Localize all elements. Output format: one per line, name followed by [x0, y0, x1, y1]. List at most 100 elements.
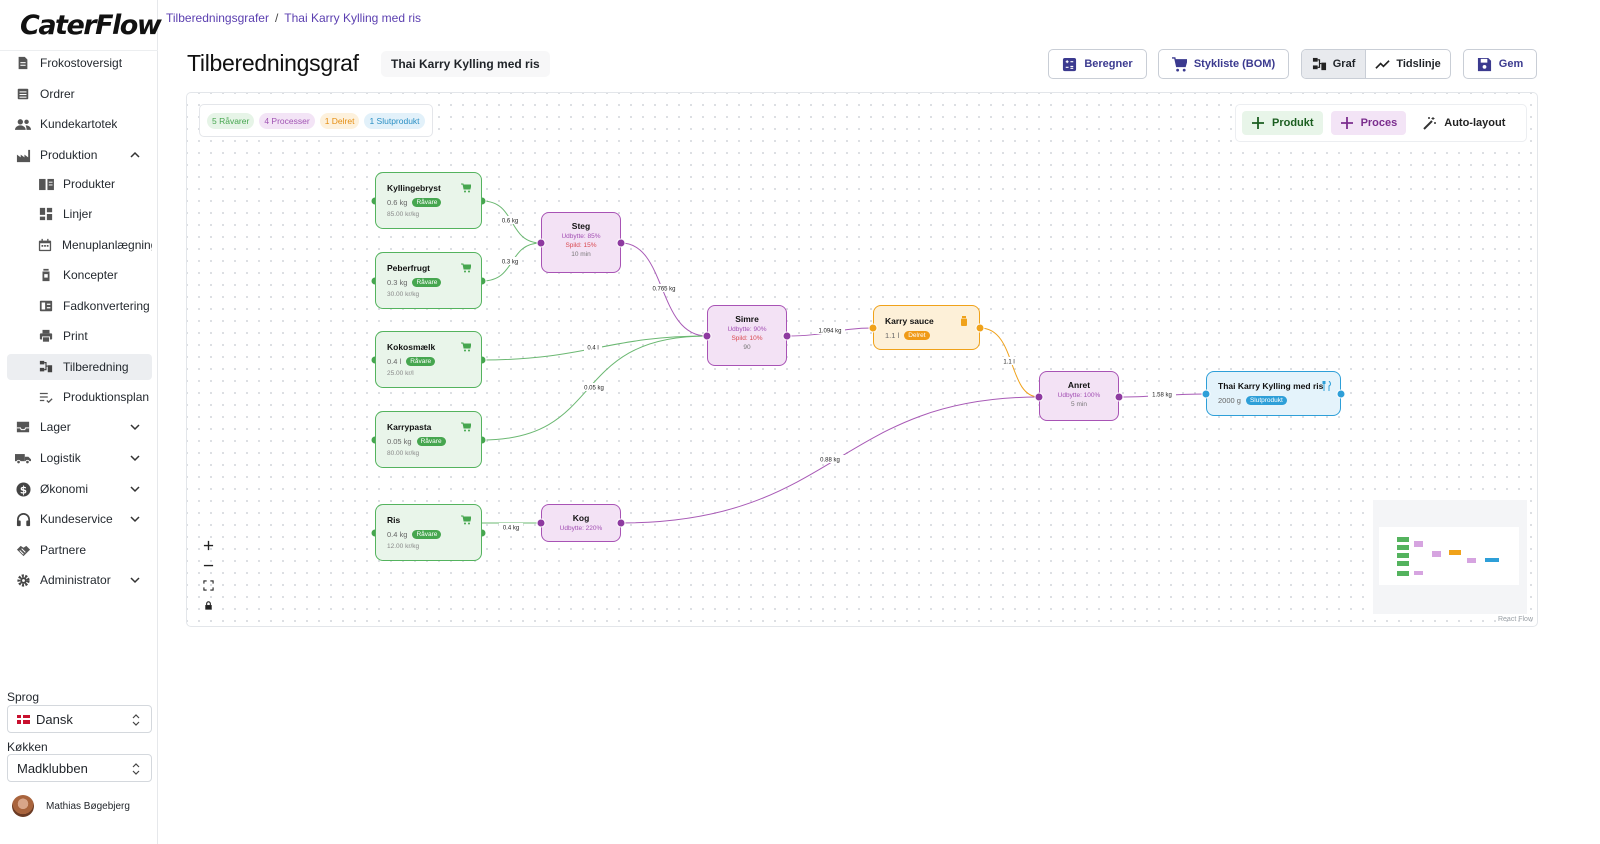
add-process-button[interactable]: Proces: [1330, 111, 1407, 135]
sidebar-item-produktionsplan[interactable]: Produktionsplan: [7, 384, 152, 410]
calculator-button[interactable]: Beregner: [1048, 49, 1147, 79]
raw-node[interactable]: Kokosmælk 0.4 l Råvare 25.00 kr/l: [375, 331, 482, 388]
sidebar-item-okonomi[interactable]: $ Økonomi: [7, 476, 152, 502]
node-qty: 2000 g: [1218, 396, 1241, 405]
node-qty: 0.6 kg: [387, 198, 408, 207]
timeline-view-button[interactable]: Tidslinje: [1365, 50, 1450, 78]
sidebar-item-frokostoversigt[interactable]: Frokostoversigt: [7, 50, 152, 76]
sidebar-item-kundeservice[interactable]: Kundeservice: [7, 506, 152, 532]
process-node[interactable]: Kog Udbytte: 220%: [541, 504, 621, 542]
dollar-icon: $: [14, 480, 32, 498]
edge-label: 1.094 kg: [818, 329, 841, 335]
edge-label: 0.3 kg: [502, 260, 518, 266]
raw-node[interactable]: Peberfrugt 0.3 kg Råvare 30.00 kr/kg: [375, 252, 482, 309]
language-select[interactable]: Dansk: [7, 705, 152, 733]
node-yield: Udbytte: 220%: [559, 525, 603, 532]
save-button[interactable]: Gem: [1463, 49, 1537, 79]
lock-icon: [204, 600, 212, 610]
fit-view-button[interactable]: [198, 576, 218, 594]
breadcrumb-link[interactable]: Tilberedningsgrafer: [166, 11, 269, 25]
semi-product-node[interactable]: Karry sauce 1.1 l Delret: [873, 305, 980, 350]
bom-label: Stykliste (BOM): [1193, 58, 1276, 70]
node-yield: Udbytte: 85%: [561, 233, 601, 240]
graph-view-label: Graf: [1332, 58, 1356, 70]
sidebar-item-tilberedning[interactable]: Tilberedning: [7, 354, 152, 380]
bom-button[interactable]: Stykliste (BOM): [1158, 49, 1289, 79]
breadcrumb: Tilberedningsgrafer / Thai Karry Kylling…: [166, 11, 421, 25]
raw-node[interactable]: Ris 0.4 kg Råvare 12.00 kr/kg: [375, 504, 482, 561]
node-tag: Råvare: [406, 357, 436, 366]
node-waste: Spild: 10%: [731, 335, 763, 342]
node-yield: Udbytte: 100%: [1057, 392, 1101, 399]
minus-icon: [203, 564, 213, 566]
sidebar-item-lager[interactable]: Lager: [7, 414, 152, 440]
lock-button[interactable]: [198, 596, 218, 614]
kitchen-select[interactable]: Madklubben: [7, 754, 152, 782]
document-icon: [14, 54, 32, 72]
sidebar-item-label: Kundekartotek: [40, 117, 118, 131]
sidebar-item-koncepter[interactable]: Koncepter: [7, 262, 152, 288]
sidebar-item-administrator[interactable]: Administrator: [7, 567, 152, 593]
cart-icon: [461, 263, 471, 273]
language-label: Sprog: [7, 690, 40, 704]
sidebar-item-label: Administrator: [40, 573, 111, 587]
printer-icon: [37, 327, 55, 345]
plus-icon: [1340, 117, 1353, 129]
sidebar-item-label: Kundeservice: [40, 512, 113, 526]
zoom-in-button[interactable]: [198, 536, 218, 554]
zoom-out-button[interactable]: [198, 556, 218, 574]
raw-node[interactable]: Karrypasta 0.05 kg Råvare 80.00 kr/kg: [375, 411, 482, 468]
sidebar-item-ordrer[interactable]: Ordrer: [7, 81, 152, 107]
user-profile[interactable]: Mathias Bøgebjerg: [4, 789, 153, 823]
chevron-down-icon: [130, 455, 140, 462]
add-product-button[interactable]: Produkt: [1242, 111, 1323, 135]
raw-node[interactable]: Kyllingebryst 0.6 kg Råvare 85.00 kr/kg: [375, 172, 482, 229]
process-node[interactable]: Simre Udbytte: 90% Spild: 10% 90: [707, 305, 787, 366]
sidebar-item-print[interactable]: Print: [7, 323, 152, 349]
node-title: Simre: [735, 314, 759, 324]
svg-text:$: $: [19, 484, 26, 496]
process-node[interactable]: Anret Udbytte: 100% 5 min: [1039, 371, 1119, 421]
save-icon: [1477, 57, 1491, 71]
bottle-icon: [961, 316, 967, 326]
minimap[interactable]: [1373, 500, 1527, 614]
node-price: 30.00 kr/kg: [387, 291, 420, 298]
edge-label: 0.05 kg: [584, 386, 604, 392]
node-tag: Råvare: [412, 278, 442, 287]
edge-label: 0.88 kg: [820, 458, 840, 464]
sidebar-item-kundekartotek[interactable]: Kundekartotek: [7, 111, 152, 137]
node-qty: 1.1 l: [885, 331, 900, 340]
graph-view-button[interactable]: Graf: [1302, 50, 1366, 78]
factory-icon: [14, 146, 32, 164]
process-node[interactable]: Steg Udbytte: 85% Spild: 15% 10 min: [541, 212, 621, 273]
sidebar-item-produktion[interactable]: Produktion: [7, 142, 152, 168]
node-tag: Delret: [904, 331, 930, 340]
sidebar-item-label: Lager: [40, 420, 71, 434]
final-product-node[interactable]: Thai Karry Kylling med ris 2000 g Slutpro…: [1206, 371, 1341, 416]
user-name: Mathias Bøgebjerg: [46, 800, 130, 812]
sidebar-item-fadkonvertering[interactable]: Fadkonvertering: [7, 293, 152, 319]
flow-canvas[interactable]: 0.6 kg 0.3 kg 0.765 kg 0.4 l 0.05 kg 1.0…: [186, 92, 1538, 627]
minimap-nodes: [1397, 537, 1499, 576]
kitchen-label: Køkken: [7, 740, 48, 754]
app-logo[interactable]: CaterFlow: [20, 10, 162, 41]
sidebar-item-menuplanlaegning[interactable]: Menuplanlægning: [7, 232, 152, 258]
auto-layout-button[interactable]: Auto-layout: [1414, 111, 1514, 135]
react-flow-attribution[interactable]: React Flow: [1498, 616, 1533, 623]
list-icon: [14, 85, 32, 103]
node-title: Kog: [572, 513, 590, 523]
sidebar-item-linjer[interactable]: Linjer: [7, 201, 152, 227]
cart-icon: [461, 422, 471, 432]
node-time: 10 min: [571, 251, 591, 258]
auto-layout-label: Auto-layout: [1444, 117, 1506, 129]
cart-icon: [1171, 56, 1187, 72]
calculator-icon: [1063, 57, 1077, 71]
calculator-label: Beregner: [1084, 58, 1133, 70]
minimap-viewport: [1379, 527, 1519, 585]
chevron-down-icon: [130, 424, 140, 431]
sidebar-item-logistik[interactable]: Logistik: [7, 445, 152, 471]
sidebar-item-partnere[interactable]: Partnere: [7, 537, 152, 563]
bottle-icon: [37, 266, 55, 284]
sidebar-item-produkter[interactable]: Produkter: [7, 171, 152, 197]
dashboard-icon: [37, 205, 55, 223]
